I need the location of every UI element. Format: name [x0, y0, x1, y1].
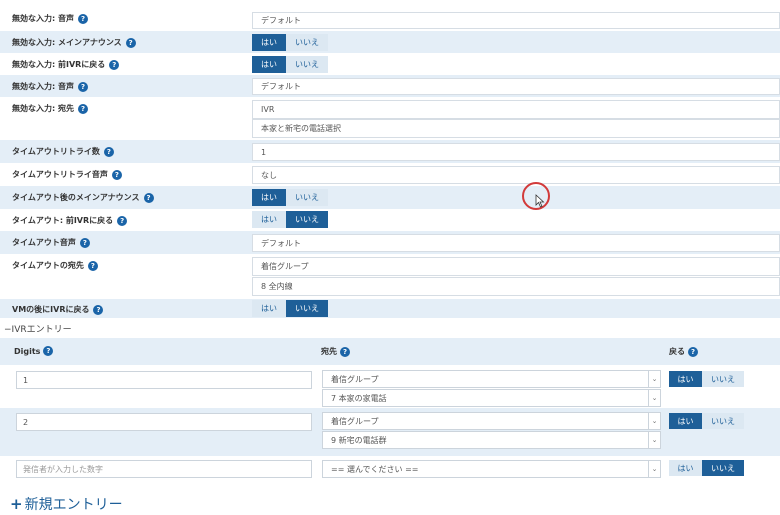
setting-label: VMの後にIVRに戻る?: [12, 304, 104, 315]
collapse-icon[interactable]: −: [4, 325, 12, 335]
yes-no-toggle[interactable]: はい いいえ: [252, 189, 328, 206]
setting-row: タイムアウトリトライ数? 1: [0, 140, 780, 163]
toggle-yes-button[interactable]: はい: [252, 211, 286, 228]
toggle-yes-button[interactable]: はい: [252, 34, 286, 51]
toggle-no-button[interactable]: いいえ: [702, 413, 744, 429]
destination-target-select[interactable]: 9 新宅の電話群 ⌄: [322, 431, 661, 449]
return-header: 戻る?: [669, 346, 698, 357]
chevron-down-icon[interactable]: ⌄: [648, 461, 660, 477]
setting-row: タイムアウトの宛先? 着信グループ 8 全内線: [0, 254, 780, 299]
help-icon[interactable]: ?: [77, 13, 88, 24]
yes-no-toggle[interactable]: はい いいえ: [252, 211, 328, 228]
chevron-down-icon[interactable]: ⌄: [648, 432, 660, 448]
setting-field[interactable]: デフォルト: [252, 12, 780, 29]
help-icon[interactable]: ?: [340, 346, 350, 357]
setting-field[interactable]: デフォルト: [252, 234, 780, 252]
help-icon[interactable]: ?: [87, 260, 98, 271]
help-icon[interactable]: ?: [103, 146, 114, 157]
new-digits-input[interactable]: 発信者が入力した数字: [16, 460, 312, 478]
setting-label: 無効な入力: 宛先?: [12, 103, 88, 114]
ivr-entry-row: 1 着信グループ ⌄ 7 本家の家電話 ⌄ はい いいえ: [0, 366, 780, 408]
help-icon[interactable]: ?: [79, 237, 90, 248]
setting-row: 無効な入力: 音声? デフォルト: [0, 7, 780, 31]
help-icon[interactable]: ?: [688, 346, 698, 357]
destination-type-select[interactable]: 着信グループ ⌄: [322, 412, 661, 430]
new-destination-select[interactable]: == 選んでください == ⌄: [322, 460, 661, 478]
setting-field[interactable]: なし: [252, 166, 780, 184]
toggle-no-button[interactable]: いいえ: [702, 371, 744, 387]
setting-row: 無効な入力: メインアナウンス? はい いいえ: [0, 31, 780, 53]
destination-header: 宛先?: [321, 346, 350, 357]
ivr-entries-header: Digits? 宛先? 戻る?: [0, 338, 780, 365]
setting-label: タイムアウト後のメインアナウンス?: [12, 192, 154, 203]
digits-header: Digits?: [14, 346, 54, 356]
setting-field[interactable]: 8 全内線: [252, 277, 780, 296]
digits-input[interactable]: 1: [16, 371, 312, 389]
setting-label: 無効な入力: 音声?: [12, 81, 88, 92]
toggle-no-button[interactable]: いいえ: [702, 460, 744, 476]
setting-label: タイムアウトリトライ数?: [12, 146, 114, 157]
setting-label: 無効な入力: メインアナウンス?: [12, 37, 136, 48]
chevron-down-icon[interactable]: ⌄: [648, 413, 660, 429]
setting-label: タイムアウトの宛先?: [12, 260, 98, 271]
setting-row: VMの後にIVRに戻る? はい いいえ: [0, 299, 780, 318]
setting-field[interactable]: IVR: [252, 100, 780, 119]
toggle-yes-button[interactable]: はい: [669, 371, 702, 387]
help-icon[interactable]: ?: [117, 215, 128, 226]
destination-target-select[interactable]: 7 本家の家電話 ⌄: [322, 389, 661, 407]
add-new-entry-label: 新規エントリー: [24, 497, 123, 513]
add-new-entry-link[interactable]: + 新規エントリー: [10, 494, 123, 514]
digits-input[interactable]: 2: [16, 413, 312, 431]
toggle-yes-button[interactable]: はい: [252, 56, 286, 73]
setting-row: タイムアウト音声? デフォルト: [0, 231, 780, 254]
setting-label: 無効な入力: 音声?: [12, 13, 88, 24]
yes-no-toggle[interactable]: はい いいえ: [252, 34, 328, 51]
help-icon[interactable]: ?: [111, 169, 122, 180]
setting-label: タイムアウトリトライ音声?: [12, 169, 122, 180]
destination-type-select[interactable]: 着信グループ ⌄: [322, 370, 661, 388]
ivr-entry-row: 2 着信グループ ⌄ 9 新宅の電話群 ⌄ はい いいえ: [0, 408, 780, 456]
chevron-down-icon[interactable]: ⌄: [648, 371, 660, 387]
help-icon[interactable]: ?: [43, 346, 54, 356]
ivr-entries-section-title[interactable]: −IVRエントリー: [4, 322, 72, 335]
setting-field[interactable]: 本家と新宅の電話選択: [252, 119, 780, 138]
setting-field[interactable]: 1: [252, 143, 780, 161]
help-icon[interactable]: ?: [109, 59, 120, 70]
plus-icon: +: [10, 495, 23, 513]
chevron-down-icon[interactable]: ⌄: [648, 390, 660, 406]
toggle-no-button[interactable]: いいえ: [286, 189, 328, 206]
help-icon[interactable]: ?: [143, 192, 154, 203]
setting-row: タイムアウト後のメインアナウンス? はい いいえ: [0, 186, 780, 209]
setting-row: 無効な入力: 前IVRに戻る? はい いいえ: [0, 53, 780, 75]
setting-row: 無効な入力: 音声? デフォルト: [0, 75, 780, 97]
setting-row: 無効な入力: 宛先? IVR 本家と新宅の電話選択: [0, 97, 780, 140]
help-icon[interactable]: ?: [77, 103, 88, 114]
return-toggle[interactable]: はい いいえ: [669, 371, 744, 387]
setting-row: タイムアウト: 前IVRに戻る? はい いいえ: [0, 209, 780, 231]
toggle-yes-button[interactable]: はい: [252, 189, 286, 206]
return-toggle[interactable]: はい いいえ: [669, 413, 744, 429]
yes-no-toggle[interactable]: はい いいえ: [252, 56, 328, 73]
setting-label: タイムアウト音声?: [12, 237, 90, 248]
toggle-yes-button[interactable]: はい: [669, 413, 702, 429]
setting-label: 無効な入力: 前IVRに戻る?: [12, 59, 120, 70]
toggle-no-button[interactable]: いいえ: [286, 34, 328, 51]
setting-field[interactable]: 着信グループ: [252, 257, 780, 276]
mouse-pointer-icon: [535, 194, 545, 208]
setting-field[interactable]: デフォルト: [252, 78, 780, 95]
toggle-no-button[interactable]: いいえ: [286, 56, 328, 73]
toggle-no-button[interactable]: いいえ: [286, 300, 328, 317]
toggle-yes-button[interactable]: はい: [252, 300, 286, 317]
help-icon[interactable]: ?: [125, 37, 136, 48]
toggle-no-button[interactable]: いいえ: [286, 211, 328, 228]
return-toggle[interactable]: はい いいえ: [669, 460, 744, 476]
toggle-yes-button[interactable]: はい: [669, 460, 702, 476]
setting-row: タイムアウトリトライ音声? なし: [0, 163, 780, 186]
help-icon[interactable]: ?: [77, 81, 88, 92]
setting-label: タイムアウト: 前IVRに戻る?: [12, 215, 128, 226]
yes-no-toggle[interactable]: はい いいえ: [252, 300, 328, 317]
ivr-entries-title-text: IVRエントリー: [11, 325, 72, 335]
ivr-new-entry-row: 発信者が入力した数字 == 選んでください == ⌄ はい いいえ: [0, 456, 780, 482]
help-icon[interactable]: ?: [93, 304, 104, 315]
